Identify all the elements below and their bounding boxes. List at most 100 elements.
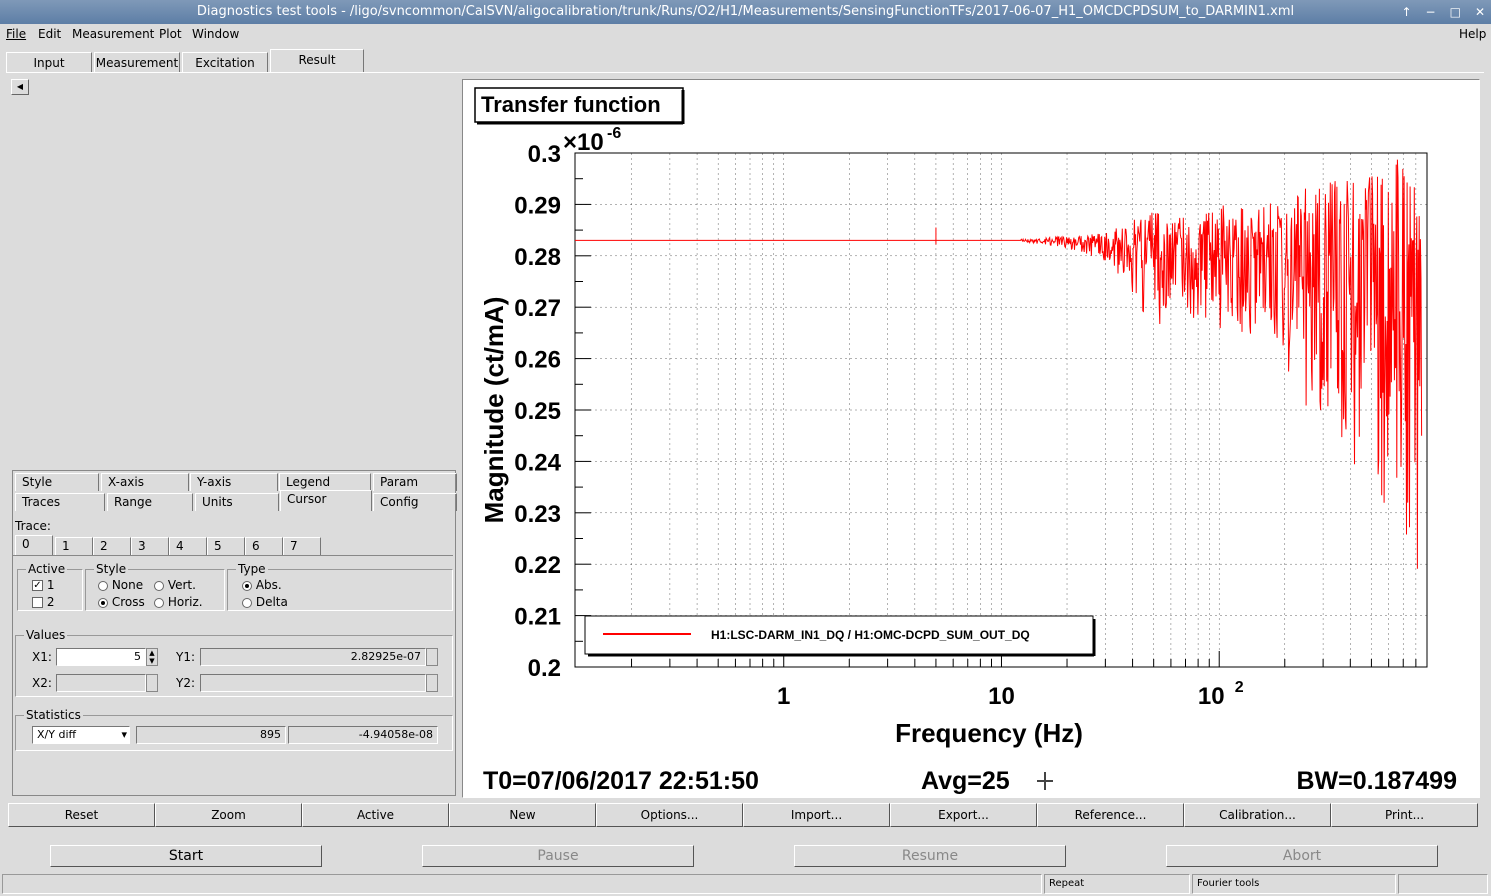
window-up-icon[interactable]: ↑ xyxy=(1401,0,1411,24)
y-tick-label: 0.24 xyxy=(514,449,561,476)
footer-bw: BW=0.187499 xyxy=(1296,767,1457,795)
tab-cursor[interactable]: Cursor xyxy=(280,490,372,511)
tab-range[interactable]: Range xyxy=(107,493,193,511)
import-button[interactable]: Import... xyxy=(743,803,890,827)
style-group: Style None Vert. Cross Horiz. xyxy=(85,562,225,611)
x2-spinner[interactable] xyxy=(146,674,158,692)
window-titlebar: Diagnostics test tools - /ligo/svncommon… xyxy=(0,0,1491,24)
tab-y-axis[interactable]: Y-axis xyxy=(190,473,278,491)
menu-help[interactable]: Help xyxy=(1459,27,1486,41)
style-none-radio[interactable] xyxy=(98,580,108,591)
type-abs-label: Abs. xyxy=(255,578,282,592)
tab-traces[interactable]: Traces xyxy=(15,493,105,511)
style-horiz-radio[interactable] xyxy=(154,597,164,608)
trace-tab-3[interactable]: 3 xyxy=(131,537,169,555)
y2-spinner[interactable] xyxy=(426,674,438,692)
tab-config[interactable]: Config xyxy=(373,493,457,511)
print-button[interactable]: Print... xyxy=(1331,803,1478,827)
tab-result[interactable]: Result xyxy=(270,49,364,72)
active-2-checkbox[interactable] xyxy=(32,597,43,608)
trace-tab-1[interactable]: 1 xyxy=(55,537,93,555)
tab-legend[interactable]: Legend xyxy=(279,473,371,491)
y-tick-label: 0.2 xyxy=(528,655,561,682)
x1-spinner[interactable]: ▲ ▼ xyxy=(146,648,158,666)
plot-frame[interactable]: Transfer function 0.2 0.21 0.22 0.23 0.24 0.25… xyxy=(462,79,1480,798)
x1-input[interactable]: 5 xyxy=(56,648,146,666)
tab-param[interactable]: Param xyxy=(373,473,457,491)
y-tick-label: 0.28 xyxy=(514,244,561,271)
legend-label: H1:LSC-DARM_IN1_DQ / H1:OMC-DCPD_SUM_OUT… xyxy=(711,628,1030,642)
abort-button[interactable]: Abort xyxy=(1166,845,1438,867)
new-button[interactable]: New xyxy=(449,803,596,827)
resume-button[interactable]: Resume xyxy=(794,845,1066,867)
close-icon[interactable]: ✕ xyxy=(1475,0,1485,24)
active-button[interactable]: Active xyxy=(302,803,449,827)
reset-button[interactable]: Reset xyxy=(8,803,155,827)
status-fourier: Fourier tools xyxy=(1192,874,1396,894)
menu-window[interactable]: Window xyxy=(192,27,239,41)
active-group: Active ✓ 1 2 xyxy=(17,562,83,611)
y-multiplier-exponent: -6 xyxy=(607,125,621,142)
style-cross-radio[interactable] xyxy=(98,597,108,608)
y2-value xyxy=(200,674,426,692)
statistics-value-2: -4.94058e-08 xyxy=(288,726,438,744)
statistics-value-1: 895 xyxy=(136,726,286,744)
x-axis-label: Frequency (Hz) xyxy=(895,718,1083,748)
plot-settings-panel: Style X-axis Y-axis Legend Param Traces … xyxy=(12,470,457,796)
zoom-button[interactable]: Zoom xyxy=(155,803,302,827)
statistics-select[interactable]: X/Y diff ▾ xyxy=(32,726,130,744)
status-extra xyxy=(1398,874,1488,894)
maximize-icon[interactable]: □ xyxy=(1450,0,1461,24)
values-label: Values xyxy=(24,628,68,642)
menu-plot[interactable]: Plot xyxy=(159,27,182,41)
trace-tab-7[interactable]: 7 xyxy=(283,537,321,555)
type-delta-label: Delta xyxy=(255,595,288,609)
calibration-button[interactable]: Calibration... xyxy=(1184,803,1331,827)
start-button[interactable]: Start xyxy=(50,845,322,867)
menu-measurement[interactable]: Measurement xyxy=(72,27,154,41)
transfer-function-chart[interactable]: Transfer function 0.2 0.21 0.22 0.23 0.24 0.25… xyxy=(463,80,1479,797)
trace-tab-2[interactable]: 2 xyxy=(93,537,131,555)
options-button[interactable]: Options... xyxy=(596,803,743,827)
tab-input[interactable]: Input xyxy=(6,52,92,72)
window-title: Diagnostics test tools - /ligo/svncommon… xyxy=(196,4,1295,19)
series-line xyxy=(575,159,1423,569)
menu-edit[interactable]: Edit xyxy=(38,27,61,41)
tab-x-axis[interactable]: X-axis xyxy=(101,473,189,491)
tab-style[interactable]: Style xyxy=(15,473,99,491)
style-label: Style xyxy=(94,562,129,576)
pause-button[interactable]: Pause xyxy=(422,845,694,867)
trace-tab-5[interactable]: 5 xyxy=(207,537,245,555)
menu-file[interactable]: File xyxy=(6,27,26,41)
statistics-label: Statistics xyxy=(24,708,83,722)
x-tick-label-exponent: 2 xyxy=(1235,679,1244,696)
trace-tab-4[interactable]: 4 xyxy=(169,537,207,555)
x2-input[interactable] xyxy=(56,674,146,692)
tab-units[interactable]: Units xyxy=(195,493,279,511)
plot-toolbar: Reset Zoom Active New Options... Import.… xyxy=(8,803,1480,827)
active-1-label: 1 xyxy=(46,578,55,592)
chevron-down-icon: ▾ xyxy=(121,728,127,741)
active-label: Active xyxy=(26,562,68,576)
y1-spinner[interactable] xyxy=(426,648,438,666)
type-abs-radio[interactable] xyxy=(242,580,252,591)
trace-tab-0[interactable]: 0 xyxy=(15,535,53,555)
y-tick-label: 0.27 xyxy=(514,295,561,322)
collapse-left-icon[interactable]: ◀ xyxy=(11,79,29,95)
y-tick-label: 0.29 xyxy=(514,192,561,219)
style-cross-label: Cross xyxy=(111,595,145,609)
trace-tab-6[interactable]: 6 xyxy=(245,537,283,555)
type-delta-radio[interactable] xyxy=(242,597,252,608)
tab-measurement[interactable]: Measurement xyxy=(94,52,180,72)
style-vert-label: Vert. xyxy=(167,578,196,592)
reference-button[interactable]: Reference... xyxy=(1037,803,1184,827)
statistics-group: Statistics X/Y diff ▾ 895 -4.94058e-08 xyxy=(15,708,453,751)
type-group: Type Abs. Delta xyxy=(227,562,453,611)
tab-excitation[interactable]: Excitation xyxy=(182,52,268,72)
export-button[interactable]: Export... xyxy=(890,803,1037,827)
values-group: Values X1: 5 ▲ ▼ Y1: 2.82925e-07 X2: Y2: xyxy=(15,628,453,697)
active-1-checkbox[interactable]: ✓ xyxy=(32,580,43,591)
style-vert-radio[interactable] xyxy=(154,580,164,591)
y1-value: 2.82925e-07 xyxy=(200,648,426,666)
minimize-icon[interactable]: − xyxy=(1426,0,1436,24)
